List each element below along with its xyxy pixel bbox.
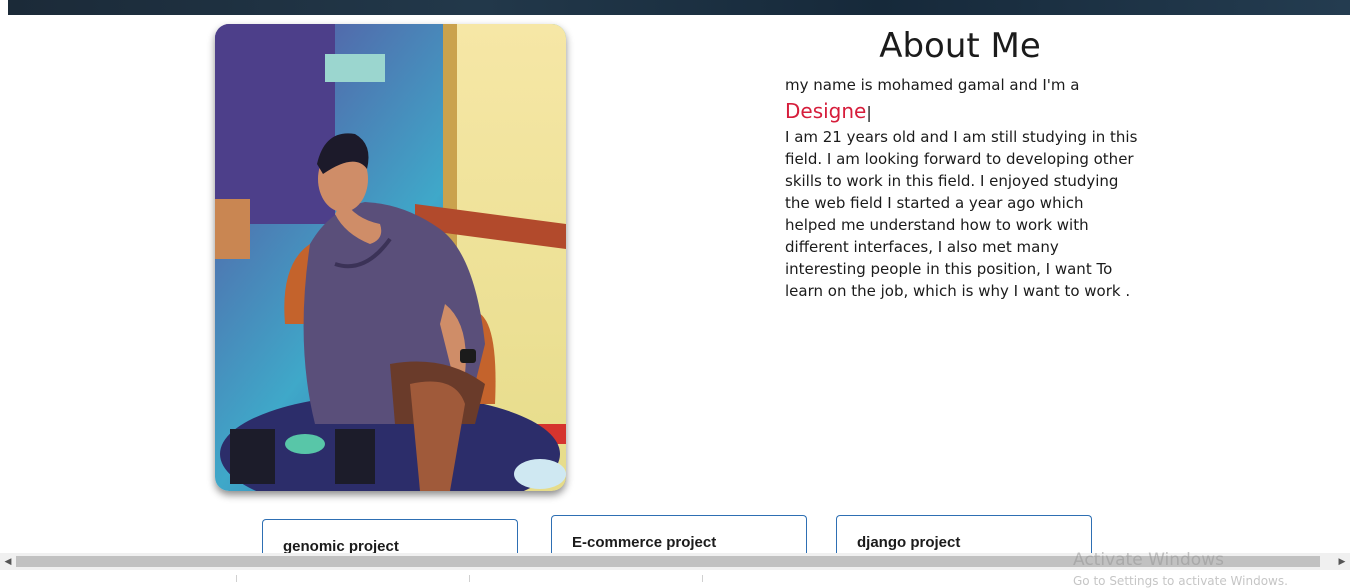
bio-paragraph: I am 21 years old and I am still studyin… <box>785 126 1145 302</box>
bio-line: I am 21 years old and I am still studyin… <box>785 128 1138 146</box>
typed-role: Designe| <box>785 98 872 126</box>
bio-line: field. I am looking forward to developin… <box>785 150 1134 168</box>
activate-windows-watermark: Activate Windows <box>1073 550 1224 570</box>
header-image-strip <box>8 0 1350 15</box>
typed-role-text: Designe <box>785 99 867 123</box>
bio-line: learn on the job, which is why I want to… <box>785 282 1131 300</box>
typing-cursor: | <box>866 103 872 122</box>
about-heading: About Me <box>879 26 1041 66</box>
project-title: E-commerce project <box>572 534 717 551</box>
bio-line: interesting people in this position, I w… <box>785 260 1113 278</box>
bio-line: different interfaces, I also met many <box>785 238 1059 256</box>
bio-line: helped me understand how to work with <box>785 216 1089 234</box>
scroll-right-icon[interactable]: ▶ <box>1334 553 1350 570</box>
profile-photo <box>215 24 566 491</box>
divider <box>702 575 703 582</box>
bio-line: the web field I started a year ago which <box>785 194 1084 212</box>
intro-text: my name is mohamed gamal and I'm a <box>785 76 1080 94</box>
divider <box>469 575 470 582</box>
activate-windows-subtext: Go to Settings to activate Windows. <box>1073 574 1288 588</box>
divider <box>236 575 237 582</box>
bio-line: skills to work in this field. I enjoyed … <box>785 172 1119 190</box>
profile-photo-illustration <box>215 24 566 491</box>
scroll-left-icon[interactable]: ◀ <box>0 553 16 570</box>
project-title: django project <box>857 534 961 551</box>
